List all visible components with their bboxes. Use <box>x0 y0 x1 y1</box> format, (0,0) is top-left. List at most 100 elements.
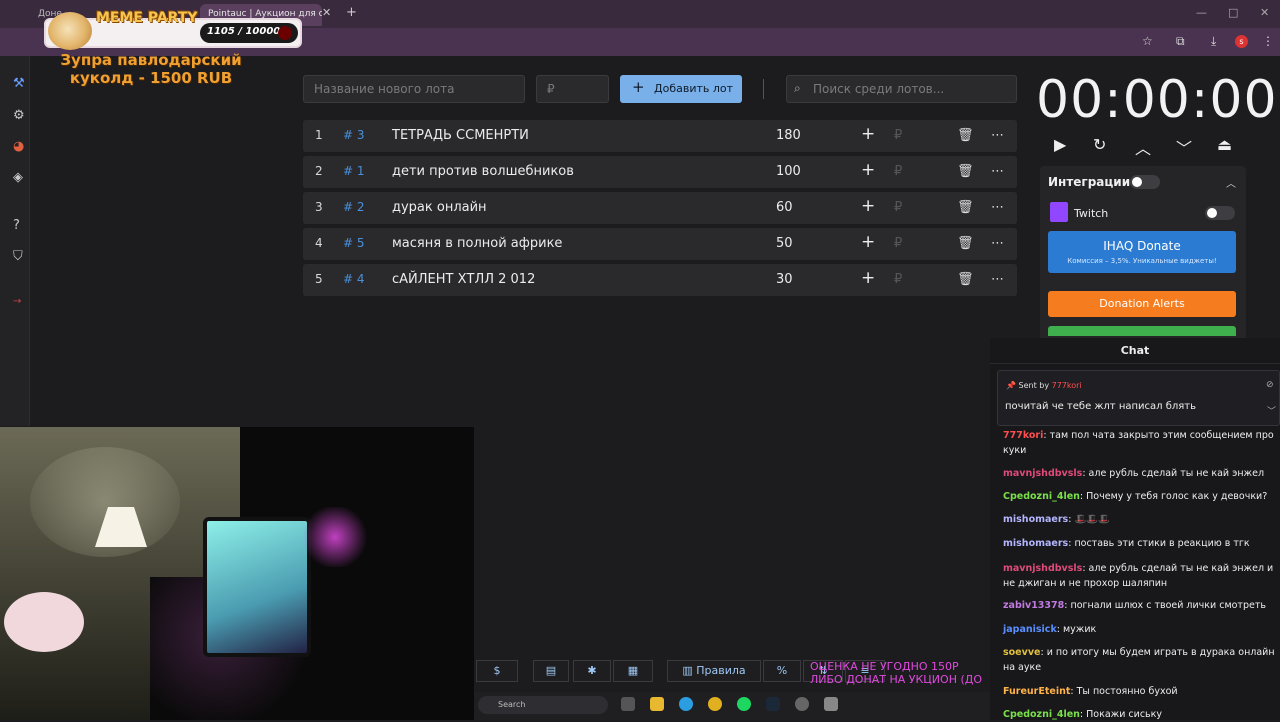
logout-icon[interactable]: → <box>13 296 21 307</box>
delete-icon[interactable]: 🗑 <box>957 272 974 287</box>
add-amount-icon[interactable]: + <box>861 196 875 216</box>
more-icon[interactable]: ⋯ <box>991 164 1004 179</box>
percent-button[interactable]: % <box>763 660 801 682</box>
lot-name[interactable]: масяня в полной африке <box>392 236 562 251</box>
minimize-icon[interactable]: — <box>1196 6 1207 19</box>
chat-message: Cpedozni_4len: Почему у тебя голос как у… <box>1003 489 1275 504</box>
collapse-icon[interactable]: ⏏ <box>1217 135 1232 154</box>
chevron-up-icon[interactable]: ︿ <box>1135 135 1151 159</box>
donation-alerts-button[interactable]: Donation Alerts <box>1048 291 1236 317</box>
chrome-icon[interactable] <box>708 697 722 711</box>
chat-username[interactable]: 777kori <box>1003 430 1043 441</box>
wheel-icon[interactable]: ◕ <box>13 139 24 154</box>
download-icon[interactable]: ⤓ <box>1211 34 1216 49</box>
lot-name[interactable]: ТЕТРАДЬ ССМЕНРТИ <box>392 128 529 143</box>
layers-icon[interactable]: ◈ <box>13 170 23 185</box>
more-icon[interactable]: ⋯ <box>991 272 1004 287</box>
menu-icon[interactable]: ⋮ <box>1262 34 1274 48</box>
chat-username[interactable]: mishomaers <box>1003 514 1068 525</box>
lot-amount[interactable]: 180 <box>776 128 801 143</box>
shield-icon[interactable]: ⛉ <box>13 249 23 264</box>
telegram-icon[interactable] <box>679 697 693 711</box>
dollar-button[interactable]: $ <box>476 660 518 682</box>
lot-row[interactable]: 2 # 1 дети против волшебников 100 + ₽ 🗑 ⋯ <box>303 156 1017 188</box>
chat-username[interactable]: zabiv13378 <box>1003 600 1064 611</box>
bug-button[interactable]: ✱ <box>573 660 611 682</box>
lot-row[interactable]: 4 # 5 масяня в полной африке 50 + ₽ 🗑 ⋯ <box>303 228 1017 260</box>
delete-icon[interactable]: 🗑 <box>957 164 974 179</box>
add-lot-label: Добавить лот <box>654 82 734 95</box>
integrations-toggle[interactable] <box>1130 175 1160 189</box>
settings-icon[interactable]: ⚙ <box>13 108 25 123</box>
more-icon[interactable]: ⋯ <box>991 200 1004 215</box>
chat-message: mishomaers: поставь эти стики в реакцию … <box>1003 536 1275 551</box>
lot-name[interactable]: дурак онлайн <box>392 200 487 215</box>
delete-icon[interactable]: 🗑 <box>957 200 974 215</box>
twitch-toggle[interactable] <box>1205 206 1235 220</box>
lot-amount[interactable]: 100 <box>776 164 801 179</box>
new-tab-icon[interactable]: + <box>346 5 357 20</box>
chat-message: mavnjshdbvsls: але рубль сделай ты не ка… <box>1003 466 1275 481</box>
lot-amount[interactable]: 60 <box>776 200 793 215</box>
delete-icon[interactable]: 🗑 <box>957 128 974 143</box>
add-amount-icon[interactable]: + <box>861 160 875 180</box>
unpin-icon[interactable]: ⊘ <box>1266 380 1274 390</box>
save-button[interactable]: ▤ <box>533 660 569 682</box>
add-amount-icon[interactable]: + <box>861 232 875 252</box>
obs-icon[interactable] <box>795 697 809 711</box>
spotify-icon[interactable] <box>737 697 751 711</box>
amount-input[interactable]: ₽ <box>536 75 609 103</box>
lot-banner: Зупра павлодарский куколд - 1500 RUB <box>60 51 242 87</box>
chat-username[interactable]: japanisick <box>1003 624 1057 635</box>
close-window-icon[interactable]: ✕ <box>1260 6 1269 19</box>
taskbar-search[interactable]: Search <box>478 696 608 714</box>
close-tab-icon[interactable]: ✕ <box>322 6 331 19</box>
rules-button[interactable]: ▥ Правила <box>667 660 761 682</box>
lot-row[interactable]: 5 # 4 сАЙЛЕНТ ХТЛЛ 2 012 30 + ₽ 🗑 ⋯ <box>303 264 1017 296</box>
lot-id: # 5 <box>343 236 365 250</box>
lot-row[interactable]: 1 # 3 ТЕТРАДЬ ССМЕНРТИ 180 + ₽ 🗑 ⋯ <box>303 120 1017 152</box>
play-icon[interactable]: ▶ <box>1054 135 1066 154</box>
lot-name[interactable]: дети против волшебников <box>392 164 574 179</box>
chat-username[interactable]: soevve <box>1003 647 1040 658</box>
bookmark-star-icon[interactable]: ☆ <box>1142 34 1153 48</box>
search-input[interactable]: Поиск среди лотов... <box>786 75 1017 103</box>
lot-amount[interactable]: 30 <box>776 272 793 287</box>
chevron-down-icon[interactable]: ﹀ <box>1176 135 1192 159</box>
extensions-icon[interactable]: ⧉ <box>1176 34 1185 49</box>
chevron-up-icon[interactable]: ︿ <box>1226 175 1236 190</box>
chat-username[interactable]: mavnjshdbvsls <box>1003 563 1082 574</box>
auction-icon[interactable]: ⚒ <box>13 76 25 91</box>
more-icon[interactable]: ⋯ <box>991 236 1004 251</box>
lot-row[interactable]: 3 # 2 дурак онлайн 60 + ₽ 🗑 ⋯ <box>303 192 1017 224</box>
help-icon[interactable]: ? <box>13 218 20 233</box>
task-view-icon[interactable] <box>621 697 635 711</box>
add-amount-icon[interactable]: + <box>861 268 875 288</box>
chat-message: 777kori: там пол чата закрыто этим сообщ… <box>1003 428 1275 458</box>
chat-username[interactable]: Cpedozni_4len <box>1003 709 1080 720</box>
chat-username[interactable]: mavnjshdbvsls <box>1003 468 1082 479</box>
lot-amount[interactable]: 50 <box>776 236 793 251</box>
add-lot-button[interactable]: + Добавить лот <box>620 75 742 103</box>
chat-username[interactable]: mishomaers <box>1003 538 1068 549</box>
chat-text: Ты постоянно бухой <box>1076 686 1178 697</box>
chevron-down-icon[interactable]: ﹀ <box>1267 404 1276 417</box>
ihaq-donate-button[interactable]: IHAQ Donate Комиссия – 3,5%. Уникальные … <box>1048 231 1236 273</box>
new-lot-input[interactable]: Название нового лота <box>303 75 525 103</box>
lot-name[interactable]: сАЙЛЕНТ ХТЛЛ 2 012 <box>392 272 535 287</box>
settings-app-icon[interactable] <box>824 697 838 711</box>
steam-icon[interactable] <box>766 697 780 711</box>
delete-icon[interactable]: 🗑 <box>957 236 974 251</box>
clear-button[interactable]: ▦ <box>613 660 653 682</box>
add-amount-icon[interactable]: + <box>861 124 875 144</box>
green-integration-button[interactable] <box>1048 326 1236 336</box>
chat-username[interactable]: FureurEteint <box>1003 686 1070 697</box>
reset-icon[interactable]: ↻ <box>1093 135 1106 154</box>
maximize-icon[interactable]: □ <box>1228 6 1238 19</box>
chat-username[interactable]: Cpedozni_4len <box>1003 491 1080 502</box>
rules-icon: ▥ <box>682 664 693 677</box>
folder-icon[interactable] <box>650 697 664 711</box>
more-icon[interactable]: ⋯ <box>991 128 1004 143</box>
meme-party-title: MEME PARTY <box>96 10 198 26</box>
profile-avatar[interactable]: s <box>1235 35 1248 48</box>
